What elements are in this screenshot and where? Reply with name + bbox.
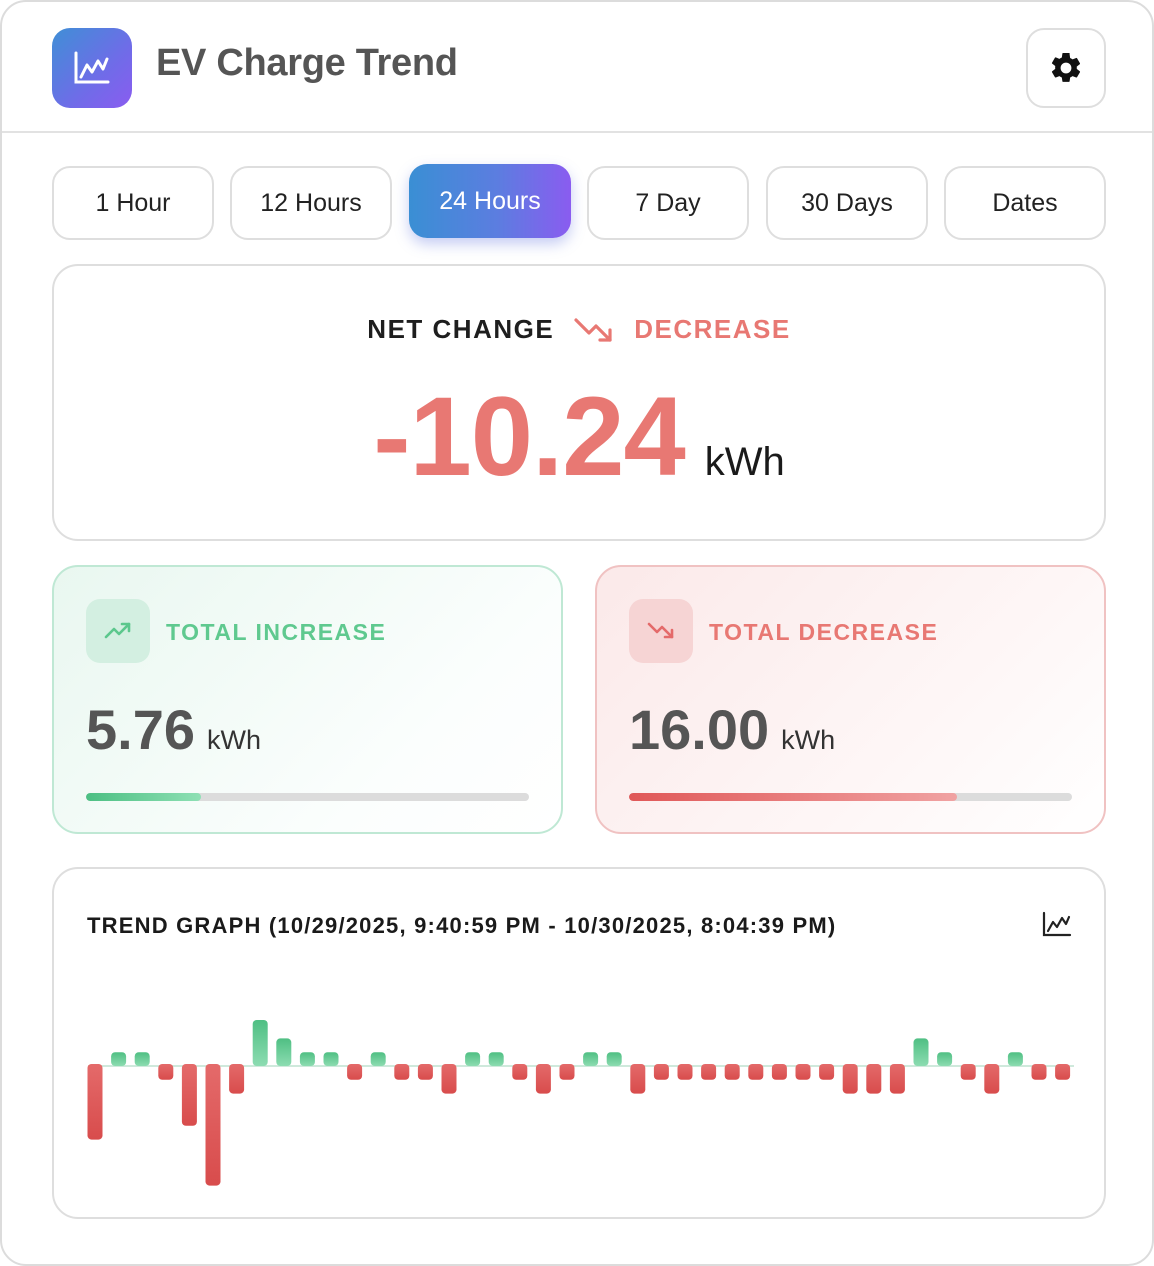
trend-bar — [488, 1052, 504, 1066]
net-change-unit: kWh — [704, 440, 785, 484]
total-decrease-unit: kWh — [781, 725, 836, 755]
trend-bar — [701, 1064, 717, 1080]
line-chart-icon — [52, 28, 132, 108]
net-change-value: -10.24 — [373, 374, 686, 499]
total-increase-label: TOTAL INCREASE — [166, 619, 387, 645]
total-decrease-bar — [629, 793, 1072, 801]
total-increase-unit: kWh — [207, 725, 261, 755]
total-decrease-value: 16.00 — [629, 698, 770, 761]
total-increase-bar-fill — [86, 793, 202, 801]
total-increase-card: TOTAL INCREASE 5.76 kWh — [52, 565, 563, 834]
total-increase-bar — [86, 793, 529, 801]
trend-bar — [299, 1052, 315, 1066]
trend-bar — [1007, 1052, 1023, 1066]
trend-bar — [771, 1064, 787, 1080]
trend-bar — [229, 1064, 245, 1094]
trend-bar — [960, 1064, 976, 1080]
trend-bar — [512, 1064, 528, 1080]
trend-bar — [677, 1064, 693, 1080]
trend-bar — [465, 1052, 481, 1066]
trending-up-icon — [86, 599, 150, 663]
trend-bar — [653, 1064, 669, 1080]
net-change-label: NET CHANGE — [367, 314, 555, 344]
trend-bar — [842, 1064, 858, 1094]
trend-bar — [795, 1064, 811, 1080]
tab-12-hours[interactable]: 12 Hours — [230, 166, 392, 240]
trend-bar — [819, 1064, 835, 1080]
range-tabs: 1 Hour 12 Hours 24 Hours 7 Day 30 Days D… — [52, 164, 1107, 240]
trend-bar — [889, 1064, 905, 1094]
trend-bar — [1031, 1064, 1047, 1080]
trend-bar — [181, 1064, 197, 1126]
trend-bar — [323, 1052, 339, 1066]
tab-1-hour[interactable]: 1 Hour — [52, 166, 214, 240]
trend-bar — [252, 1020, 268, 1066]
total-decrease-bar-fill — [629, 793, 957, 801]
trending-down-icon — [574, 316, 616, 344]
app-window: EV Charge Trend 1 Hour 12 Hours 24 Hours… — [0, 0, 1154, 1266]
trend-bar — [937, 1052, 953, 1066]
trend-bar — [559, 1064, 575, 1080]
trend-bar — [1055, 1064, 1071, 1080]
trend-bar — [158, 1064, 174, 1080]
trend-bar — [347, 1064, 363, 1080]
tab-dates[interactable]: Dates — [944, 166, 1106, 240]
trend-bar — [724, 1064, 740, 1080]
trend-bar — [535, 1064, 551, 1094]
trend-bar — [866, 1064, 882, 1094]
total-decrease-label: TOTAL DECREASE — [709, 619, 939, 645]
trend-bar — [984, 1064, 1000, 1094]
settings-button[interactable] — [1026, 28, 1106, 108]
trend-bar — [111, 1052, 127, 1066]
trend-graph-card: TREND GRAPH (10/29/2025, 9:40:59 PM - 10… — [52, 867, 1106, 1219]
trend-bar — [87, 1064, 103, 1140]
trend-bar — [205, 1064, 221, 1186]
net-change-status: DECREASE — [634, 314, 791, 344]
trend-bar — [441, 1064, 457, 1094]
trend-bar — [583, 1052, 599, 1066]
gear-icon — [1051, 52, 1081, 82]
trend-bar — [134, 1052, 150, 1066]
app-title: EV Charge Trend — [156, 42, 458, 84]
trend-bar — [276, 1038, 292, 1066]
trend-bar — [606, 1052, 622, 1066]
tab-30-days[interactable]: 30 Days — [766, 166, 928, 240]
trend-chart — [87, 1020, 1074, 1186]
tab-7-day[interactable]: 7 Day — [587, 166, 749, 240]
trend-bar — [913, 1038, 929, 1066]
total-increase-value: 5.76 — [86, 698, 195, 761]
net-change-card: NET CHANGE DECREASE -10.24 kWh — [52, 264, 1106, 541]
header: EV Charge Trend — [2, 2, 1152, 133]
total-decrease-card: TOTAL DECREASE 16.00 kWh — [595, 565, 1106, 834]
tab-24-hours[interactable]: 24 Hours — [409, 164, 571, 238]
trend-bar — [417, 1064, 433, 1080]
trend-bar — [394, 1064, 410, 1080]
trending-down-icon — [629, 599, 693, 663]
trend-bar — [370, 1052, 386, 1066]
trend-bar — [748, 1064, 764, 1080]
trend-bar — [630, 1064, 646, 1094]
